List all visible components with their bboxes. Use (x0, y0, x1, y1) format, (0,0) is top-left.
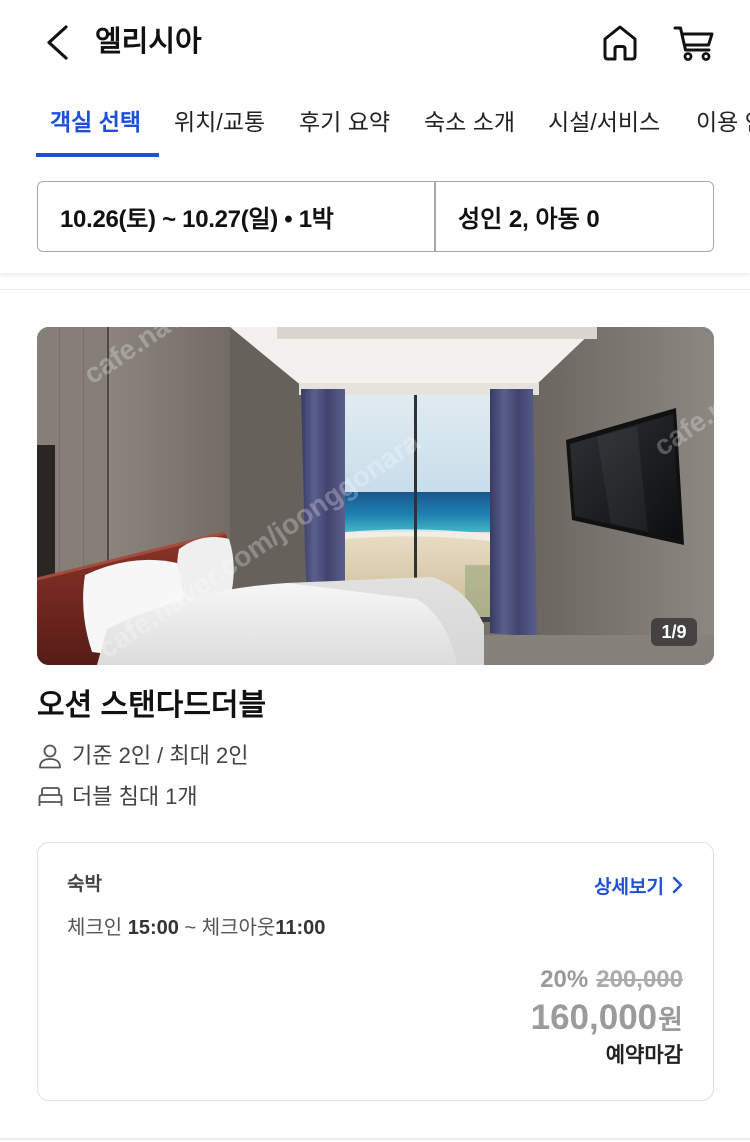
section-tabs: 객실 선택 위치/교통 후기 요약 숙소 소개 시설/서비스 이용 안내 (0, 100, 750, 158)
bed-text: 더블 침대 1개 (72, 784, 198, 809)
room-photo-carousel[interactable]: cafe.naver.com/joonggonara cafe.naver.co… (37, 327, 714, 665)
date-selector[interactable]: 10.26(토) ~ 10.27(일) • 1박 (38, 182, 434, 251)
section-divider (0, 289, 750, 290)
person-icon (39, 744, 61, 769)
tab-review-summary[interactable]: 후기 요약 (299, 100, 390, 144)
sale-price: 160,000원 (531, 996, 683, 1047)
sale-price-amount: 160,000 (530, 998, 658, 1037)
view-details-label: 상세보기 (594, 876, 664, 898)
guest-count: 성인 2, 아동 0 (458, 206, 600, 233)
capacity-text: 기준 2인 / 최대 2인 (72, 743, 249, 768)
view-details-link[interactable]: 상세보기 (594, 872, 683, 898)
guest-selector[interactable]: 성인 2, 아동 0 (436, 182, 712, 251)
cart-button[interactable] (672, 22, 716, 62)
active-tab-indicator (36, 153, 159, 157)
room-name: 오션 스탠다드더블 (37, 689, 267, 722)
chevron-left-icon (47, 25, 68, 60)
check-out-label: 체크아웃 (201, 917, 276, 939)
cart-icon (673, 26, 714, 61)
check-in-label: 체크인 (67, 917, 123, 939)
room-photo: cafe.naver.com/joonggonara cafe.naver.co… (37, 327, 714, 665)
chevron-right-icon (672, 876, 683, 894)
home-icon (603, 25, 637, 61)
original-price: 200,000 (596, 966, 683, 993)
bed-icon (38, 787, 63, 806)
home-button[interactable] (600, 22, 640, 62)
tab-property-intro[interactable]: 숙소 소개 (424, 100, 515, 144)
discount-line: 20% 200,000 (540, 965, 683, 995)
currency-unit: 원 (658, 1005, 683, 1035)
room-detail-screen: 엘리시아 객실 선택 위치/교통 후기 요약 숙소 소개 시설/서비스 이용 안… (0, 0, 750, 1142)
booking-status: 예약마감 (605, 1044, 683, 1067)
capacity-row: 기준 2인 / 최대 2인 (37, 742, 437, 770)
bed-row: 더블 침대 1개 (37, 783, 437, 811)
tab-location[interactable]: 위치/교통 (174, 100, 265, 144)
tab-room-selection[interactable]: 객실 선택 (50, 100, 141, 144)
check-out-time: 11:00 (275, 917, 326, 939)
tab-facilities[interactable]: 시설/서비스 (548, 100, 660, 144)
stay-option-card: 숙박 상세보기 체크인 15:00 ~ 체크아웃11:00 20% 200,000… (37, 842, 714, 1101)
top-header: 엘리시아 객실 선택 위치/교통 후기 요약 숙소 소개 시설/서비스 이용 안… (0, 0, 750, 273)
stay-condition-box: 10.26(토) ~ 10.27(일) • 1박 성인 2, 아동 0 (37, 181, 714, 252)
photo-counter-badge: 1/9 (651, 618, 697, 646)
page-title: 엘리시아 (95, 26, 202, 58)
stay-type-label: 숙박 (67, 874, 102, 895)
discount-rate: 20% (540, 966, 589, 993)
check-in-out-times: 체크인 15:00 ~ 체크아웃11:00 (67, 915, 325, 941)
check-in-time: 15:00 (127, 917, 179, 939)
back-button[interactable] (40, 22, 76, 62)
date-range: 10.26(토) ~ 10.27(일) • 1박 (60, 206, 334, 233)
tab-usage-info[interactable]: 이용 안내 (696, 100, 750, 144)
bottom-divider (0, 1138, 750, 1140)
time-separator: ~ (184, 917, 197, 939)
